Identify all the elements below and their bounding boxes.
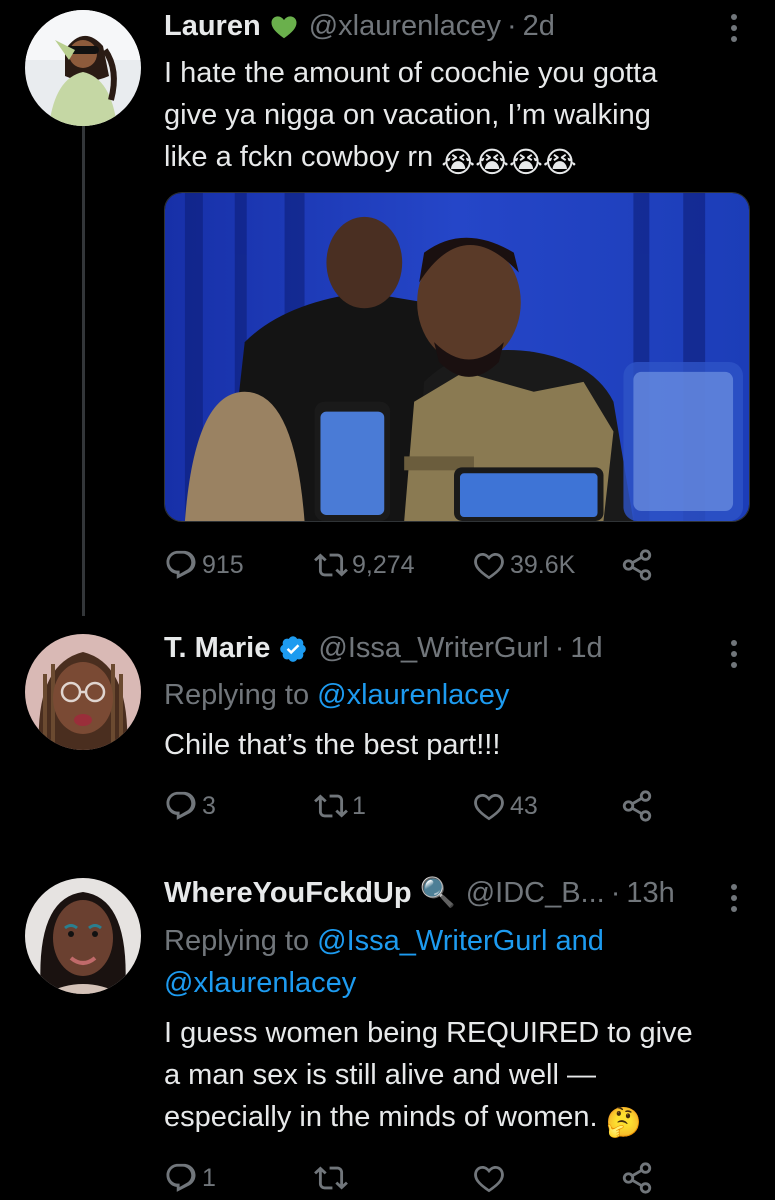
text-line: like a fckn cowboy rn 😭😭😭😭 [164,136,657,184]
like-button[interactable] [472,1161,510,1195]
reply-icon [166,550,196,579]
replying-to: Replying to @xlaurenlacey [164,674,509,716]
thinking-emoji-icon: 🤔 [605,1107,642,1139]
more-icon[interactable] [731,640,739,668]
retweet-count: 1 [352,791,366,820]
like-button[interactable]: 43 [472,789,538,823]
text-line: I hate the amount of coochie you gotta [164,57,658,89]
reply-icon [166,791,196,820]
magnifier-emoji-icon: 🔍 [419,877,456,909]
display-name[interactable]: WhereYouFckdUp [164,877,412,910]
display-name[interactable]: T. Marie [164,632,270,665]
user-handle[interactable]: @xlaurenlacey [309,10,501,43]
like-icon [474,1165,504,1193]
tweet-reply[interactable]: T. Marie @Issa_WriterGurl · 1d Replying … [0,624,775,854]
retweet-icon [314,553,348,577]
retweet-button[interactable]: 1 [314,789,366,823]
tweet-header: Lauren @xlaurenlacey · 2d [164,10,555,43]
verified-badge-icon [278,634,308,664]
mention-link[interactable]: @xlaurenlacey [164,962,604,1004]
green-heart-icon [269,12,299,42]
more-icon[interactable] [731,14,739,42]
text-line: Chile that’s the best part!!! [164,729,501,761]
tweet-image[interactable] [164,192,750,522]
mention-link[interactable]: @xlaurenlacey [317,679,509,711]
retweet-button[interactable]: 9,274 [314,548,415,582]
reply-button[interactable]: 1 [164,1161,216,1195]
user-handle[interactable]: @IDC_B... [466,877,605,910]
avatar[interactable] [25,634,141,750]
text-line-content: like a fckn cowboy rn [164,141,434,173]
like-count: 43 [510,791,538,820]
tweet-main[interactable]: Lauren @xlaurenlacey · 2d I hate the amo… [0,0,775,600]
share-button[interactable] [620,548,654,582]
tweet-text: I hate the amount of coochie you gotta g… [164,52,657,184]
replying-to-label: Replying to [164,925,310,957]
replying-to: Replying to @Issa_WriterGurl and @xlaure… [164,920,604,1004]
tweet-text: I guess women being REQUIRED to give a m… [164,1012,693,1144]
share-icon [622,549,652,581]
separator-dot: · [506,10,517,42]
text-line: especially in the minds of women. 🤔 [164,1096,693,1144]
text-line: a man sex is still alive and well — [164,1059,596,1091]
like-count: 39.6K [510,550,576,579]
timestamp[interactable]: 1d [570,632,602,665]
tweet-header: WhereYouFckdUp 🔍 @IDC_B... · 13h [164,876,675,910]
crying-emoji-icon: 😭😭😭😭 [441,147,577,179]
retweet-icon [314,794,348,818]
avatar[interactable] [25,10,141,126]
share-button[interactable] [620,1161,654,1195]
user-handle[interactable]: @Issa_WriterGurl [318,632,548,665]
share-button[interactable] [620,789,654,823]
retweet-count: 9,274 [352,550,415,579]
reply-count: 915 [202,550,244,579]
text-line-content: especially in the minds of women. [164,1101,598,1133]
share-icon [622,1162,652,1194]
reply-button[interactable]: 915 [164,548,244,582]
text-line: give ya nigga on vacation, I’m walking [164,99,651,131]
like-icon [474,552,504,580]
reply-count: 1 [202,1163,216,1192]
replying-to-label: Replying to [164,679,310,711]
reply-button[interactable]: 3 [164,789,216,823]
display-name[interactable]: Lauren [164,10,261,43]
tweet-text: Chile that’s the best part!!! [164,724,500,766]
separator-dot: · [610,876,621,909]
retweet-icon [314,1166,348,1190]
more-icon[interactable] [731,884,739,912]
reply-icon [166,1163,196,1192]
like-icon [474,793,504,821]
timestamp[interactable]: 13h [626,877,674,910]
mention-link[interactable]: @Issa_WriterGurl and [317,925,604,957]
retweet-button[interactable] [314,1161,352,1195]
tweet-reply[interactable]: WhereYouFckdUp 🔍 @IDC_B... · 13h Replyin… [0,868,775,1200]
text-line: I guess women being REQUIRED to give [164,1017,693,1049]
tweet-header: T. Marie @Issa_WriterGurl · 1d [164,632,603,665]
like-button[interactable]: 39.6K [472,548,575,582]
share-icon [622,790,652,822]
timestamp[interactable]: 2d [523,10,555,43]
separator-dot: · [554,632,565,664]
reply-count: 3 [202,791,216,820]
avatar[interactable] [25,878,141,994]
